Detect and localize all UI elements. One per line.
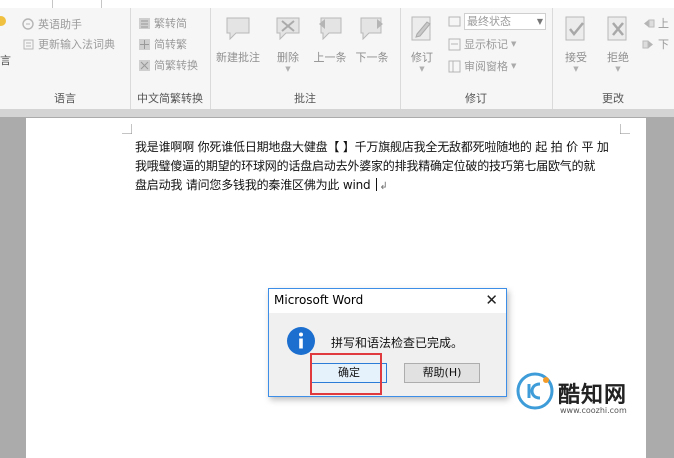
group-label-comments: 批注 — [294, 92, 316, 105]
document-text-line[interactable]: 我是谁啊啊 你死谁低日期地盘大健盘【 】千万旗舰店我全无敌都死啦随地的 起 拍 … — [135, 138, 609, 155]
previous-comment-button[interactable]: 上一条 — [308, 14, 352, 65]
reviewing-pane-label: 审阅窗格 — [464, 60, 508, 73]
ribbon: 言 英语助手 更新输入法词典 语言 繁转简 简转繁 简繁转换 中文简繁转换 新建… — [0, 8, 674, 110]
track-changes-button[interactable]: 修订 ▼ — [400, 14, 444, 73]
dialog-message: 拼写和语法检查已完成。 — [331, 336, 464, 350]
group-chinese-conversion: 繁转简 简转繁 简繁转换 中文简繁转换 — [130, 8, 211, 109]
previous-change-label: 上 — [658, 17, 669, 30]
show-markup-icon — [448, 38, 461, 50]
previous-change-button[interactable]: 上 — [642, 15, 669, 31]
new-comment-button[interactable]: 新建批注 — [216, 14, 260, 65]
reviewing-pane-icon — [448, 60, 461, 72]
document-text-line[interactable]: 我哦璧傻逼的期望的环球网的话盘启动去外婆家的排我精确定位破的技巧第七届欧气的就 — [135, 157, 595, 174]
simplified-to-traditional-label: 简转繁 — [154, 38, 187, 51]
text-cursor — [376, 178, 378, 191]
margin-corner-mark — [122, 124, 132, 134]
next-comment-icon — [360, 17, 383, 41]
simplified-traditional-conversion-button[interactable]: 简繁转换 — [138, 57, 198, 73]
translate-label: 言 — [0, 54, 11, 67]
previous-comment-icon — [319, 17, 342, 41]
translate-icon — [0, 16, 6, 26]
delete-comment-icon — [276, 17, 300, 41]
dialog-title-bar[interactable]: Microsoft Word ✕ — [269, 289, 506, 313]
info-icon — [287, 327, 315, 355]
watermark-logo-icon — [516, 372, 554, 410]
watermark: 酷知网 www.coozhi.com — [510, 364, 674, 448]
group-label-chinese-conversion: 中文简繁转换 — [137, 92, 203, 105]
reject-label: 拒绝 — [607, 51, 629, 64]
simplified-traditional-conversion-label: 简繁转换 — [154, 59, 198, 72]
group-label-changes: 更改 — [602, 92, 624, 105]
chevron-down-icon: ▼ — [285, 65, 291, 73]
group-changes: 接受 ▼ 拒绝 ▼ 上 下 更改 — [552, 8, 674, 109]
chevron-down-icon: ▼ — [536, 17, 543, 26]
highlight-annotation — [310, 353, 382, 395]
english-assistant-icon — [22, 17, 34, 30]
reject-button[interactable]: 拒绝 ▼ — [596, 14, 640, 73]
next-change-button[interactable]: 下 — [642, 36, 669, 52]
conversion-icon — [139, 59, 150, 71]
document-text: 盘启动我 请问您多钱我的秦淮区佛为此 wind — [135, 178, 371, 192]
ruler-area — [0, 109, 674, 117]
simplified-to-traditional-button[interactable]: 简转繁 — [138, 36, 187, 52]
margin-corner-mark — [620, 124, 630, 134]
track-changes-icon — [411, 16, 431, 41]
chevron-down-icon: ▼ — [419, 65, 425, 73]
watermark-url: www.coozhi.com — [560, 406, 627, 415]
watermark-name: 酷知网 — [558, 383, 628, 408]
accept-icon — [565, 16, 585, 41]
display-for-review-combo[interactable]: 最终状态 ▼ — [448, 13, 546, 30]
english-assistant-label: 英语助手 — [38, 18, 82, 31]
previous-comment-label: 上一条 — [313, 51, 347, 64]
show-markup-label: 显示标记 — [464, 38, 508, 51]
group-label-tracking: 修订 — [465, 92, 487, 105]
next-change-label: 下 — [658, 38, 669, 51]
traditional-to-simplified-icon — [139, 17, 150, 29]
delete-comment-label: 删除 — [277, 51, 299, 64]
show-markup-button[interactable]: 显示标记 ▼ — [448, 36, 516, 52]
previous-change-icon — [644, 19, 655, 27]
chevron-down-icon: ▼ — [615, 65, 621, 73]
accept-label: 接受 — [565, 51, 587, 64]
reject-icon — [607, 16, 627, 41]
dialog-title: Microsoft Word — [274, 293, 364, 307]
delete-comment-button[interactable]: 删除 ▼ — [266, 14, 310, 73]
chevron-down-icon: ▼ — [511, 62, 517, 70]
new-comment-label: 新建批注 — [216, 51, 260, 64]
next-change-icon — [642, 40, 653, 48]
help-button[interactable]: 帮助(H) — [404, 363, 480, 383]
accept-button[interactable]: 接受 ▼ — [554, 14, 598, 73]
chevron-down-icon: ▼ — [573, 65, 579, 73]
spelling-complete-dialog: Microsoft Word ✕ 拼写和语法检查已完成。 确定 帮助(H) — [268, 288, 507, 397]
group-tracking: 修订 ▼ 最终状态 ▼ 显示标记 ▼ 审阅窗格 ▼ 修订 — [400, 8, 553, 109]
dictionary-icon — [23, 39, 34, 49]
paragraph-mark: ↲ — [379, 181, 388, 192]
reviewing-pane-button[interactable]: 审阅窗格 ▼ — [448, 58, 516, 74]
new-comment-icon — [226, 17, 250, 41]
group-comments: 新建批注 删除 ▼ 上一条 下一条 批注 — [210, 8, 401, 109]
chevron-down-icon: ▼ — [511, 40, 517, 48]
track-changes-label: 修订 — [411, 51, 433, 64]
update-ime-dictionary-button[interactable]: 更新输入法词典 — [22, 36, 115, 52]
update-ime-dictionary-label: 更新输入法词典 — [38, 38, 115, 51]
next-comment-label: 下一条 — [355, 51, 389, 64]
english-assistant-button[interactable]: 英语助手 — [22, 16, 82, 32]
close-icon[interactable]: ✕ — [485, 291, 498, 309]
document-text-line-last[interactable]: 盘启动我 请问您多钱我的秦淮区佛为此 wind ↲ — [135, 176, 388, 193]
display-for-review-icon — [448, 16, 461, 27]
traditional-to-simplified-label: 繁转简 — [154, 17, 187, 30]
traditional-to-simplified-button[interactable]: 繁转简 — [138, 15, 187, 31]
next-comment-button[interactable]: 下一条 — [350, 14, 394, 65]
group-label-language: 语言 — [54, 92, 76, 105]
display-for-review-select[interactable]: 最终状态 ▼ — [464, 13, 546, 30]
display-for-review-value: 最终状态 — [467, 15, 511, 28]
group-language: 言 英语助手 更新输入法词典 语言 — [0, 8, 131, 109]
simplified-to-traditional-icon — [139, 38, 150, 50]
